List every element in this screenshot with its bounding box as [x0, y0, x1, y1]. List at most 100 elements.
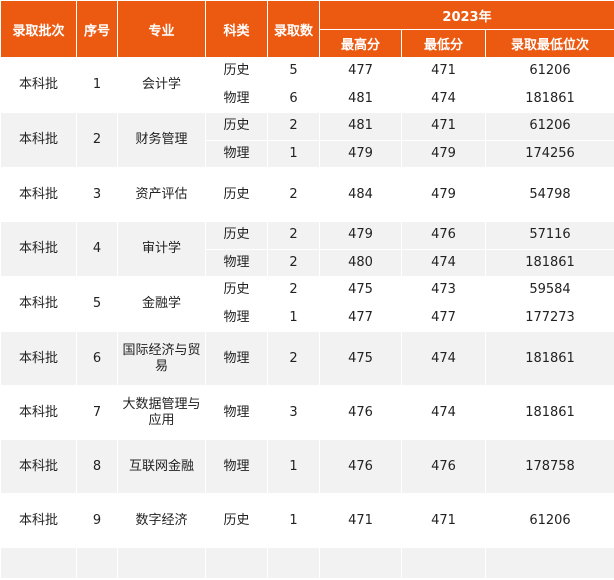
admitted-cell: 2: [267, 331, 320, 386]
header-subject: 科类: [205, 0, 268, 58]
empty-cell: [484, 547, 614, 579]
table-header: 录取批次 序号 专业 科类 录取数 2023年 最高分 最低分 录取最低位次: [0, 0, 614, 58]
subject-cell: 历史: [205, 221, 268, 250]
table-row: 本科批 1 会计学 历史 5 477 471 61206: [0, 57, 614, 113]
seq-cell: 2: [76, 112, 118, 168]
min-rank-cell: 181861: [484, 385, 614, 440]
min-score-cell: 473: [401, 276, 486, 305]
min-score-cell: 477: [401, 303, 486, 332]
header-seq: 序号: [76, 0, 118, 58]
table-body: 本科批 1 会计学 历史 5 477 471 61206 物理 6 481 474 181861 本科批 2…: [0, 57, 614, 579]
seq-cell: 5: [76, 276, 118, 332]
min-score-cell: 476: [401, 439, 486, 494]
min-rank-cell: 174256: [484, 139, 614, 168]
subject-cell: 历史: [205, 57, 268, 86]
min-rank-cell: 59584: [484, 276, 614, 305]
empty-cell: [205, 547, 268, 579]
max-score-cell: 475: [319, 331, 402, 386]
empty-cell: [401, 547, 486, 579]
batch-cell: 本科批: [0, 331, 77, 386]
min-score-cell: 471: [401, 57, 486, 86]
max-score-cell: 481: [319, 112, 402, 141]
seq-cell: 8: [76, 439, 118, 494]
min-rank-cell: 61206: [484, 57, 614, 86]
min-score-cell: 471: [401, 112, 486, 141]
max-score-cell: 479: [319, 221, 402, 250]
seq-cell: 3: [76, 167, 118, 222]
max-score-cell: 481: [319, 84, 402, 113]
min-rank-cell: 54798: [484, 167, 614, 222]
seq-cell: 7: [76, 385, 118, 440]
table-row: 本科批 7 大数据管理与应用 物理 3 476 474 181861: [0, 385, 614, 440]
min-rank-cell: 181861: [484, 331, 614, 386]
batch-cell: 本科批: [0, 57, 77, 113]
batch-cell: 本科批: [0, 276, 77, 332]
min-rank-cell: 177273: [484, 303, 614, 332]
admitted-cell: 2: [267, 221, 320, 250]
batch-cell: 本科批: [0, 385, 77, 440]
min-score-cell: 479: [401, 167, 486, 222]
admitted-cell: 1: [267, 139, 320, 168]
subject-cell: 历史: [205, 276, 268, 305]
empty-cell: [76, 547, 118, 579]
empty-cell: [0, 547, 77, 579]
min-score-cell: 471: [401, 493, 486, 548]
min-score-cell: 474: [401, 331, 486, 386]
max-score-cell: 477: [319, 303, 402, 332]
subject-cell: 物理: [205, 84, 268, 113]
subject-cell: 物理: [205, 385, 268, 440]
min-rank-cell: 178758: [484, 439, 614, 494]
major-cell: 金融学: [117, 276, 206, 332]
empty-cell: [319, 547, 402, 579]
max-score-cell: 480: [319, 248, 402, 277]
table-row: 本科批 2 财务管理 历史 2 481 471 61206: [0, 112, 614, 168]
min-score-cell: 476: [401, 221, 486, 250]
seq-cell: 9: [76, 493, 118, 548]
admitted-cell: 2: [267, 248, 320, 277]
admitted-cell: 1: [267, 303, 320, 332]
max-score-cell: 477: [319, 57, 402, 86]
table-row: 本科批 6 国际经济与贸易 物理 2 475 474 181861: [0, 331, 614, 386]
major-cell: 大数据管理与应用: [117, 385, 206, 440]
batch-cell: 本科批: [0, 221, 77, 277]
header-admitted: 录取数: [267, 0, 320, 58]
max-score-cell: 484: [319, 167, 402, 222]
header-min-score: 最低分: [401, 29, 486, 58]
min-rank-cell: 181861: [484, 84, 614, 113]
empty-cell: [267, 547, 320, 579]
min-score-cell: 474: [401, 248, 486, 277]
major-cell: 财务管理: [117, 112, 206, 168]
seq-cell: 4: [76, 221, 118, 277]
major-cell: 数字经济: [117, 493, 206, 548]
table-row: 本科批 5 金融学 历史 2 475 473 59584: [0, 276, 614, 332]
min-score-cell: 474: [401, 385, 486, 440]
subject-cell: 历史: [205, 493, 268, 548]
admitted-cell: 1: [267, 493, 320, 548]
table-row: 本科批 4 审计学 历史 2 479 476 57116: [0, 221, 614, 277]
min-rank-cell: 61206: [484, 112, 614, 141]
admitted-cell: 2: [267, 167, 320, 222]
subject-cell: 历史: [205, 167, 268, 222]
header-year: 2023年: [318, 0, 614, 30]
max-score-cell: 479: [319, 139, 402, 168]
batch-cell: 本科批: [0, 167, 77, 222]
admitted-cell: 6: [267, 84, 320, 113]
max-score-cell: 476: [319, 439, 402, 494]
max-score-cell: 471: [319, 493, 402, 548]
min-rank-cell: 61206: [484, 493, 614, 548]
table-row: 本科批 8 互联网金融 物理 1 476 476 178758: [0, 439, 614, 494]
admitted-cell: 2: [267, 112, 320, 141]
major-cell: 互联网金融: [117, 439, 206, 494]
min-rank-cell: 181861: [484, 248, 614, 277]
header-min-rank: 录取最低位次: [484, 29, 614, 58]
empty-cell: [117, 547, 206, 579]
subject-cell: 物理: [205, 303, 268, 332]
min-score-cell: 474: [401, 84, 486, 113]
header-max-score: 最高分: [319, 29, 402, 58]
min-score-cell: 479: [401, 139, 486, 168]
major-cell: 审计学: [117, 221, 206, 277]
subject-cell: 物理: [205, 139, 268, 168]
major-cell: 会计学: [117, 57, 206, 113]
header-major: 专业: [117, 0, 206, 58]
header-batch: 录取批次: [0, 0, 77, 58]
